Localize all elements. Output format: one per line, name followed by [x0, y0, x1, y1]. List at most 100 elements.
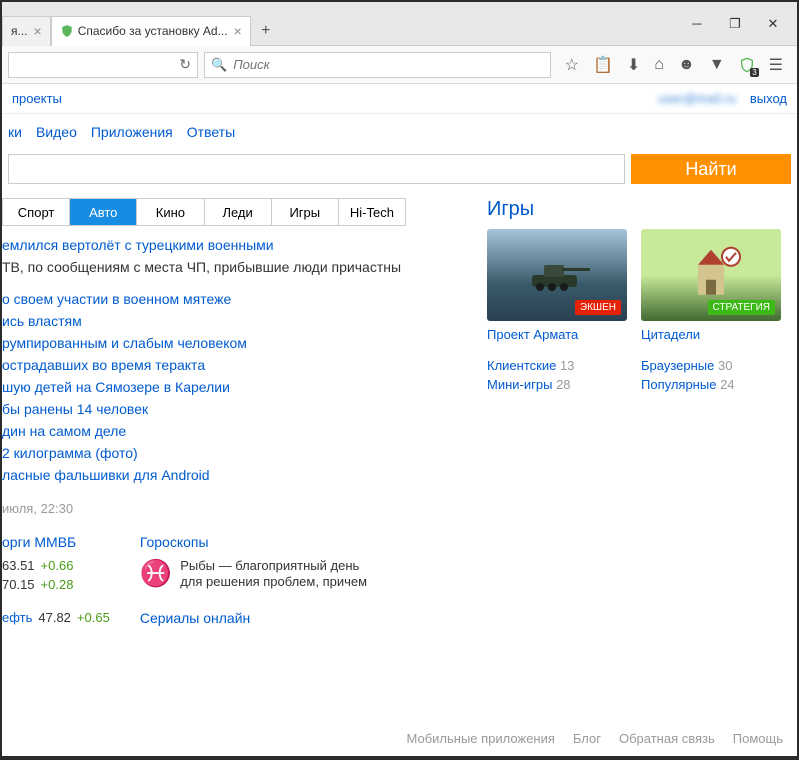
category-tab[interactable]: Игры [272, 199, 339, 225]
browser-tabs: я... × Спасибо за установку Ad... × + [2, 2, 687, 45]
game-cat-count: 28 [556, 377, 570, 392]
footer-link[interactable]: Обратная связь [619, 731, 715, 746]
news-link[interactable]: дин на самом деле [2, 420, 481, 442]
game-cat-count: 13 [560, 358, 574, 373]
category-tab[interactable]: Авто [70, 199, 137, 225]
shield-icon[interactable]: 3 [739, 55, 755, 75]
tab-label: я... [11, 24, 28, 38]
news-link[interactable]: румпированным и слабым человеком [2, 332, 481, 354]
game-name[interactable]: Проект Армата [487, 327, 627, 342]
search-icon: 🔍 [211, 57, 227, 73]
game-card[interactable]: ЭКШЕН Проект Армата [487, 229, 627, 342]
url-bar[interactable]: ↻ [8, 52, 198, 78]
horoscope-title[interactable]: Гороскопы [140, 534, 380, 550]
right-column: Игры ЭКШЕН Проект Армата СТРАТЕГИЯ [487, 192, 797, 634]
badge: 3 [750, 68, 758, 77]
nav-link[interactable]: ки [8, 124, 22, 140]
oil-link[interactable]: ефть [2, 610, 32, 625]
news-link[interactable]: ласные фальшивки для Android [2, 464, 481, 486]
toolbar-icons: ☆ 📋 ⬇ ⌂ ☻ ▼ 3 ☰ [557, 55, 791, 75]
stock-change: +0.66 [41, 558, 74, 573]
maximize-button[interactable]: ❐ [725, 14, 745, 34]
site-topbar: проекты user@mail.ru выход [2, 84, 797, 114]
stocks-block: орги ММВБ 63.51 +0.66 70.15 +0.28 ефть [2, 534, 110, 634]
user-email: user@mail.ru [658, 91, 736, 106]
timestamp: июля, 22:30 [2, 498, 481, 520]
nav-link[interactable]: Видео [36, 124, 77, 140]
left-column: Спорт Авто Кино Леди Игры Hi-Tech емлилс… [2, 192, 487, 634]
news-link[interactable]: шую детей на Сямозере в Карелии [2, 376, 481, 398]
star-icon[interactable]: ☆ [565, 55, 579, 75]
serials-link[interactable]: Сериалы онлайн [140, 610, 380, 626]
home-icon[interactable]: ⌂ [654, 55, 664, 75]
stock-row: 70.15 +0.28 [2, 577, 110, 592]
logout-link[interactable]: выход [750, 91, 787, 106]
main-search-input[interactable] [8, 154, 625, 184]
game-tag: СТРАТЕГИЯ [708, 300, 776, 315]
reload-icon[interactable]: ↻ [179, 56, 191, 73]
news-link[interactable]: о своем участии в военном мятеже [2, 288, 481, 310]
game-cat-link[interactable]: Браузерные [641, 358, 714, 373]
shield-icon [60, 24, 74, 38]
horoscope-text: Рыбы — благоприятный день для решения пр… [180, 558, 380, 590]
game-cat-count: 24 [720, 377, 734, 392]
footer-link[interactable]: Помощь [733, 731, 783, 746]
news-link[interactable]: острадавших во время теракта [2, 354, 481, 376]
category-tabs: Спорт Авто Кино Леди Игры Hi-Tech [2, 198, 406, 226]
horoscope-block: Гороскопы ♓ Рыбы — благоприятный день дл… [140, 534, 380, 634]
stock-value: 47.82 [38, 610, 71, 625]
minimize-button[interactable]: ─ [687, 14, 707, 34]
browser-tab[interactable]: Спасибо за установку Ad... × [51, 16, 251, 46]
projects-link[interactable]: проекты [12, 91, 62, 106]
nav-link[interactable]: Приложения [91, 124, 173, 140]
news-link[interactable]: ись властям [2, 310, 481, 332]
footer-link[interactable]: Мобильные приложения [407, 731, 555, 746]
news-link[interactable]: 2 килограмма (фото) [2, 442, 481, 464]
menu-icon[interactable]: ☰ [769, 55, 783, 75]
close-icon[interactable]: × [34, 23, 42, 39]
stock-value: 63.51 [2, 558, 35, 573]
game-card[interactable]: СТРАТЕГИЯ Цитадели [641, 229, 781, 342]
stock-change: +0.65 [77, 610, 110, 625]
category-tab[interactable]: Кино [137, 199, 204, 225]
close-button[interactable]: ✕ [763, 14, 783, 34]
new-tab-button[interactable]: + [251, 22, 281, 40]
news-link[interactable]: емлился вертолёт с турецкими военными [2, 234, 481, 256]
clipboard-icon[interactable]: 📋 [593, 55, 613, 75]
game-cat-count: 30 [718, 358, 732, 373]
games-title[interactable]: Игры [487, 198, 787, 221]
stock-row: 63.51 +0.66 [2, 558, 110, 573]
footer-link[interactable]: Блог [573, 731, 601, 746]
find-button[interactable]: Найти [631, 154, 791, 184]
search-input[interactable] [233, 57, 543, 72]
game-tag: ЭКШЕН [575, 300, 621, 315]
stock-row: ефть 47.82 +0.65 [2, 610, 110, 625]
window-controls: ─ ❐ ✕ [687, 14, 797, 34]
site-nav: ки Видео Приложения Ответы [2, 114, 797, 150]
pisces-icon: ♓ [140, 558, 172, 590]
stocks-title[interactable]: орги ММВБ [2, 534, 110, 550]
footer: Мобильные приложения Блог Обратная связь… [407, 731, 783, 746]
game-cat-link[interactable]: Популярные [641, 377, 716, 392]
news-list: емлился вертолёт с турецкими военными ТВ… [2, 234, 481, 520]
download-icon[interactable]: ⬇ [627, 55, 640, 75]
titlebar: я... × Спасибо за установку Ad... × + ─ … [2, 2, 797, 46]
stock-value: 70.15 [2, 577, 35, 592]
category-tab[interactable]: Hi-Tech [339, 199, 405, 225]
news-subtitle: ТВ, по сообщениям с места ЧП, прибывшие … [2, 256, 481, 278]
browser-tab[interactable]: я... × [2, 16, 51, 46]
stock-change: +0.28 [41, 577, 74, 592]
game-cat-link[interactable]: Мини-игры [487, 377, 552, 392]
pocket-icon[interactable]: ▼ [709, 55, 725, 75]
nav-link[interactable]: Ответы [187, 124, 235, 140]
search-box[interactable]: 🔍 [204, 52, 551, 78]
game-image: СТРАТЕГИЯ [641, 229, 781, 321]
news-link[interactable]: бы ранены 14 человек [2, 398, 481, 420]
category-tab[interactable]: Леди [205, 199, 272, 225]
close-icon[interactable]: × [234, 23, 242, 39]
game-cat-link[interactable]: Клиентские [487, 358, 556, 373]
category-tab[interactable]: Спорт [3, 199, 70, 225]
game-image: ЭКШЕН [487, 229, 627, 321]
chat-icon[interactable]: ☻ [678, 55, 695, 75]
game-name[interactable]: Цитадели [641, 327, 781, 342]
